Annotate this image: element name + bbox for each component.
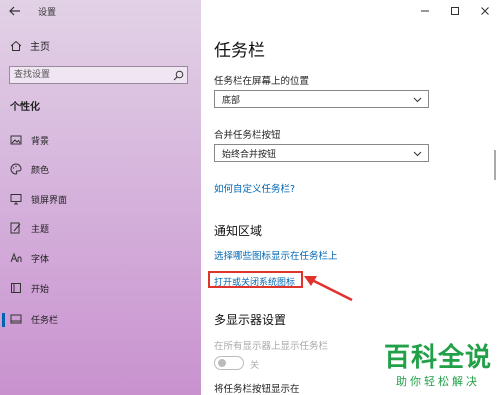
toggle-state-label: 关	[250, 361, 260, 371]
sidebar-item-themes[interactable]: 主题	[0, 218, 201, 240]
monitor-icon	[10, 194, 22, 205]
sidebar-item-taskbar[interactable]: 任务栏	[0, 309, 201, 331]
multi-display-heading: 多显示器设置	[214, 313, 287, 327]
sidebar-item-start[interactable]: 开始	[0, 278, 201, 300]
location-dropdown[interactable]: 底部	[214, 90, 429, 108]
watermark-subtitle: 助你轻松解决	[395, 375, 480, 388]
sidebar-item-label: 字体	[31, 255, 50, 265]
main-content: 任务栏 任务栏在屏幕上的位置 底部 合并任务栏按钮 始终合并按钮 如何自定义任务…	[201, 0, 500, 395]
combine-value: 始终合并按钮	[222, 150, 277, 160]
sidebar-item-colors[interactable]: 颜色	[0, 159, 201, 181]
title-bar-left: 设置	[0, 0, 201, 24]
maximize-button[interactable]	[440, 0, 470, 22]
combine-dropdown[interactable]: 始终合并按钮	[214, 144, 429, 162]
search-input[interactable]	[14, 68, 164, 82]
watermark-title: 百科全说	[383, 343, 492, 373]
system-icons-link[interactable]: 打开或关闭系统图标	[214, 275, 295, 288]
active-indicator	[2, 313, 5, 327]
home-icon	[10, 40, 22, 51]
close-icon	[481, 7, 489, 15]
minimize-icon	[421, 10, 429, 12]
start-icon	[11, 283, 21, 293]
show-all-displays-toggle[interactable]	[214, 356, 244, 370]
location-value: 底部	[222, 96, 241, 106]
back-arrow-icon[interactable]	[8, 4, 22, 18]
customize-taskbar-link[interactable]: 如何自定义任务栏?	[214, 181, 295, 195]
sidebar-item-home[interactable]: 主页	[10, 38, 50, 53]
sidebar: 设置 主页 个性化 背景 颜色 锁屏界面	[0, 0, 201, 395]
close-button[interactable]	[470, 0, 500, 22]
select-icons-link[interactable]: 选择哪些图标显示在任务栏上	[214, 248, 338, 262]
maximize-icon	[451, 7, 459, 15]
scrollbar[interactable]	[494, 150, 496, 180]
sidebar-item-label: 颜色	[31, 166, 50, 176]
brush-icon	[10, 222, 21, 234]
section-title: 个性化	[10, 102, 40, 113]
taskbar-buttons-label: 将任务栏按钮显示在	[214, 384, 300, 395]
sidebar-item-fonts[interactable]: 字体	[0, 248, 201, 270]
combine-label: 合并任务栏按钮	[214, 130, 281, 141]
annotation-arrow-icon	[304, 276, 353, 302]
sidebar-item-label: 背景	[31, 137, 50, 147]
search-box[interactable]	[9, 66, 188, 84]
toggle-knob	[218, 359, 226, 367]
watermark-logo: 百科全说 助你轻松解决	[384, 343, 492, 389]
image-icon	[10, 135, 22, 145]
window-controls	[410, 0, 500, 22]
sidebar-item-label: 锁屏界面	[31, 196, 68, 206]
minimize-button[interactable]	[410, 0, 440, 22]
font-icon	[10, 252, 22, 263]
home-label: 主页	[30, 42, 50, 53]
page-title: 任务栏	[214, 41, 265, 61]
location-label: 任务栏在屏幕上的位置	[214, 76, 310, 87]
taskbar-icon	[10, 314, 22, 324]
chevron-down-icon	[413, 97, 422, 103]
sidebar-item-lockscreen[interactable]: 锁屏界面	[0, 189, 201, 211]
sidebar-item-label: 主题	[31, 225, 50, 235]
app-title: 设置	[38, 8, 57, 18]
palette-icon	[10, 163, 22, 175]
notification-area-heading: 通知区域	[214, 224, 263, 238]
search-icon[interactable]	[173, 70, 184, 81]
show-all-displays-label: 在所有显示器上显示任务栏	[214, 341, 329, 352]
highlight-box: 打开或关闭系统图标	[208, 271, 303, 288]
sidebar-item-label: 任务栏	[31, 316, 59, 326]
sidebar-item-label: 开始	[31, 285, 50, 295]
sidebar-item-background[interactable]: 背景	[0, 130, 201, 152]
chevron-down-icon	[413, 151, 422, 157]
